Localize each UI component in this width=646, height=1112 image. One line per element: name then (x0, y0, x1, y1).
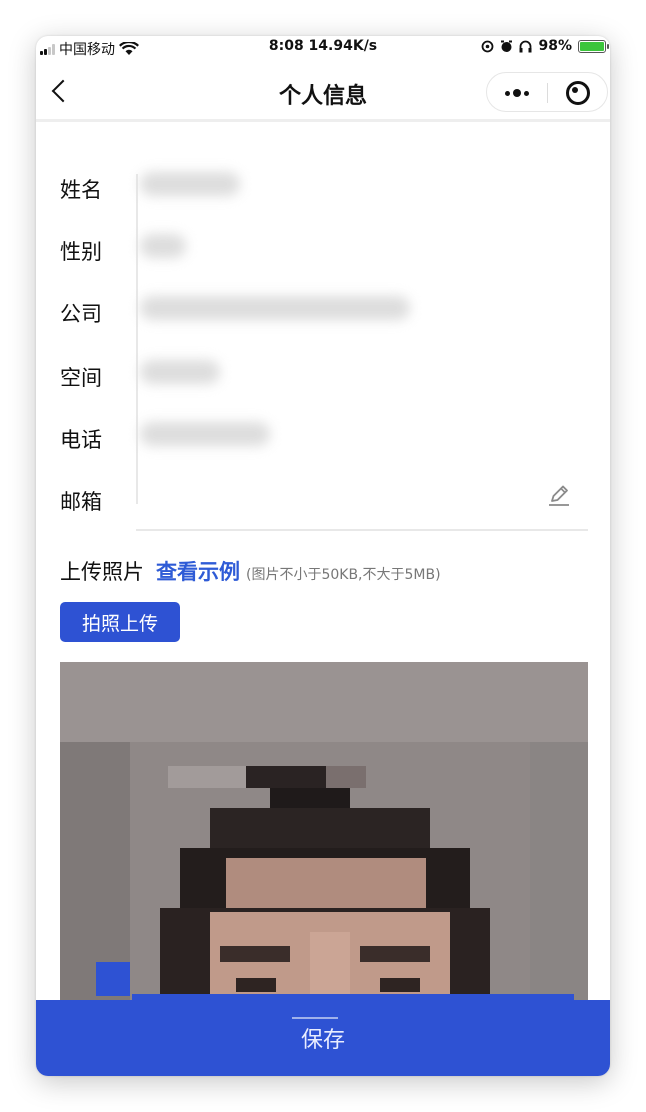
phone-label: 电话 (60, 428, 102, 452)
close-mini-program-icon[interactable] (548, 73, 608, 113)
mini-program-capsule (486, 72, 608, 112)
company-label: 公司 (60, 302, 102, 326)
company-value-redacted[interactable] (140, 296, 410, 320)
form-row-name: 姓名 (36, 156, 610, 218)
status-bar: 中国移动 8:08 14.94K/s 98% (36, 36, 610, 60)
upload-header: 上传照片 查看示例 (图片不小于50KB,不大于5MB) (60, 556, 441, 586)
take-photo-upload-button[interactable]: 拍照上传 (60, 602, 180, 642)
phone-screen: 中国移动 8:08 14.94K/s 98% 个人信息 姓名 性别 公司 空间 … (36, 36, 610, 1076)
name-value-redacted[interactable] (140, 172, 240, 196)
space-value-redacted[interactable] (140, 360, 220, 384)
phone-value-redacted[interactable] (140, 422, 270, 446)
photo-preview[interactable] (60, 662, 588, 1002)
battery-icon (578, 39, 609, 53)
name-label: 姓名 (60, 178, 102, 202)
form-divider (136, 529, 588, 531)
form-row-email: 邮箱 (36, 468, 610, 530)
status-right: 98% (481, 38, 609, 54)
more-icon[interactable] (487, 73, 547, 113)
upload-size-hint: (图片不小于50KB,不大于5MB) (246, 567, 441, 583)
blue-marker (96, 962, 130, 996)
upload-photo-label: 上传照片 (60, 560, 144, 584)
battery-percent: 98% (538, 38, 572, 54)
space-label: 空间 (60, 366, 102, 390)
email-label: 邮箱 (60, 490, 102, 514)
gender-value-redacted[interactable] (140, 234, 186, 258)
nav-bar: 个人信息 (36, 64, 610, 122)
pixelated-photo-image (60, 662, 588, 1002)
form-row-company: 公司 (36, 280, 610, 342)
save-button[interactable]: 保存 (36, 1000, 610, 1076)
alarm-icon (501, 40, 513, 52)
form-row-gender: 性别 (36, 218, 610, 280)
gender-label: 性别 (60, 240, 102, 264)
form-row-phone: 电话 (36, 406, 610, 468)
headphones-icon (519, 40, 532, 52)
form-row-space: 空间 (36, 344, 610, 406)
view-example-link[interactable]: 查看示例 (156, 556, 240, 586)
location-lock-icon (482, 40, 494, 52)
save-bar-indicator (292, 1017, 338, 1019)
edit-icon[interactable] (544, 480, 574, 510)
